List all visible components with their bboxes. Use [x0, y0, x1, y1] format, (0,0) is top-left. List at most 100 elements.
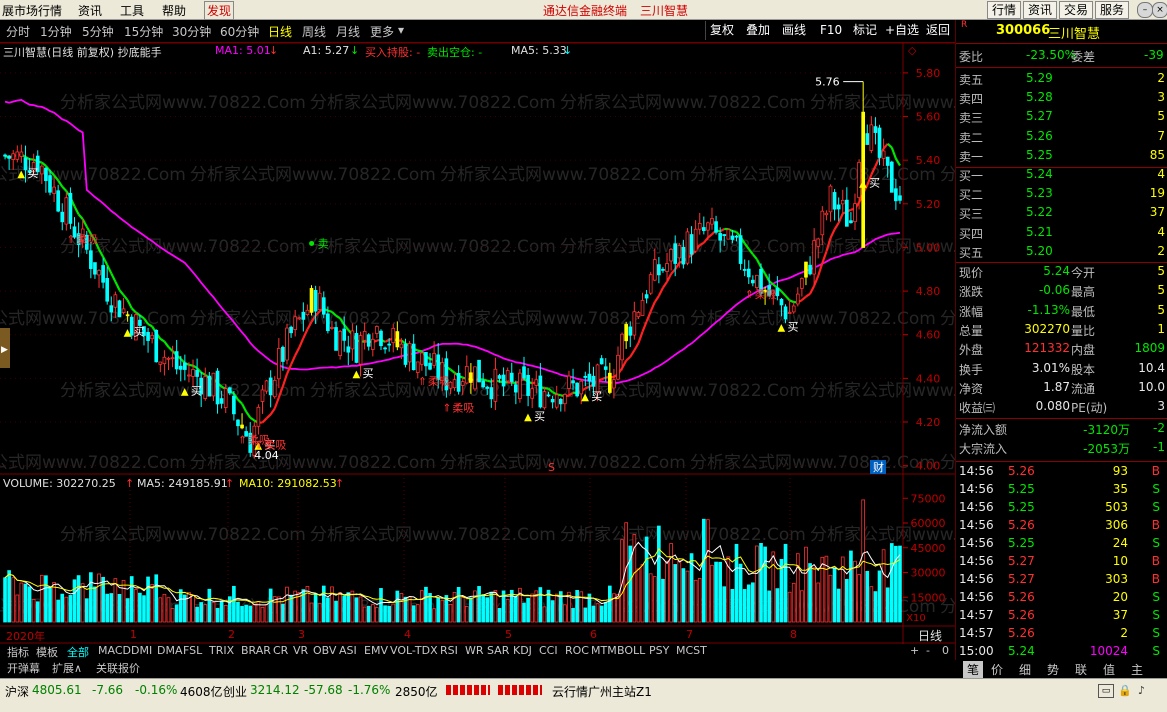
- tab-obv[interactable]: OBV: [313, 644, 336, 657]
- ma5-arrow-icon: ↓: [563, 44, 572, 57]
- volume-bar: [809, 564, 812, 622]
- candle-body: [171, 358, 174, 359]
- tab-ticks[interactable]: 笔: [963, 661, 983, 678]
- bid-price: 5.23: [1026, 186, 1053, 200]
- bid-row: 买一5.244: [956, 166, 1167, 185]
- tab-indicator[interactable]: 指标: [7, 644, 29, 660]
- stat-label: 外盘: [959, 341, 983, 358]
- reset-icon[interactable]: 0: [942, 644, 949, 657]
- minimize-icon[interactable]: –: [1137, 2, 1153, 18]
- tab-price[interactable]: 价: [991, 661, 1003, 678]
- candle-body: [220, 399, 223, 404]
- ask-volume: 5: [1157, 109, 1165, 123]
- info-button[interactable]: 资讯: [1023, 1, 1057, 19]
- zoom-in-icon[interactable]: +: [910, 644, 919, 657]
- tick-time: 14:56: [959, 590, 994, 604]
- volume-bar: [367, 606, 370, 622]
- volume-bar: [355, 598, 358, 622]
- kline-chart[interactable]: 分析家公式网www.70822.Com分析家公式网www.70822.Com分析…: [0, 0, 955, 644]
- tab-macd[interactable]: MACD: [98, 644, 131, 657]
- volume-bar: [490, 592, 493, 622]
- tab-psy[interactable]: PSY: [649, 644, 669, 657]
- candle-body: [98, 270, 101, 275]
- volume-label: 15000: [911, 591, 946, 604]
- candle-body: [12, 154, 15, 160]
- tab-link[interactable]: 联: [1075, 661, 1087, 678]
- bid-row: 买四5.214: [956, 224, 1167, 243]
- tab-fsl[interactable]: FSL: [183, 644, 202, 657]
- volume-bar: [776, 589, 779, 622]
- quote-button[interactable]: 行情: [987, 1, 1021, 19]
- volume-bar: [768, 591, 771, 622]
- monitor-icon[interactable]: ▭: [1098, 684, 1114, 698]
- candle-body: [817, 239, 820, 246]
- volume-bar: [212, 602, 215, 622]
- buy-signal-label: 买: [591, 390, 602, 403]
- trade-button[interactable]: 交易: [1059, 1, 1093, 19]
- tab-mcst[interactable]: MCST: [676, 644, 707, 657]
- tab-brar[interactable]: BRAR: [241, 644, 271, 657]
- zoom-out-icon[interactable]: -: [926, 644, 930, 657]
- tab-sar[interactable]: SAR: [487, 644, 509, 657]
- tab-kdj[interactable]: KDJ: [513, 644, 532, 657]
- buy-arrow-icon: ▲: [181, 386, 189, 397]
- volume-icon[interactable]: ♪: [1138, 684, 1152, 696]
- stat-value: -0.06: [1039, 283, 1070, 297]
- tab-trix[interactable]: TRIX: [209, 644, 234, 657]
- volume-bar: [16, 595, 19, 622]
- candle-body: [813, 241, 816, 274]
- tab-roc[interactable]: ROC: [565, 644, 589, 657]
- flow-row: 净流入额-3120万-2: [956, 420, 1167, 439]
- volume-bar: [784, 544, 787, 622]
- candle-body: [841, 200, 844, 204]
- tab-dma[interactable]: DMA: [157, 644, 183, 657]
- candle-body: [126, 315, 129, 316]
- lock-icon[interactable]: 🔒: [1118, 684, 1132, 696]
- tab-emv[interactable]: EMV: [364, 644, 388, 657]
- candle-body: [290, 327, 293, 333]
- tick-row: 14:565.2535S: [956, 481, 1167, 500]
- price-label: 4.20: [916, 416, 941, 429]
- tab-trend[interactable]: 势: [1047, 661, 1059, 678]
- buy-signal-label: 买: [362, 367, 373, 380]
- price-label: 4.00: [916, 460, 941, 473]
- tab-template[interactable]: 模板: [36, 644, 58, 660]
- stat-value: 0.080: [1036, 399, 1070, 413]
- price-label: 4.60: [916, 329, 941, 342]
- volume-bar: [122, 580, 125, 622]
- volume-bar: [833, 568, 836, 622]
- bid-label: 买三: [959, 205, 983, 222]
- volume-bar: [760, 543, 763, 622]
- ask-price: 5.26: [1026, 129, 1053, 143]
- watermark-text: 分析家公式网www.70822.Com: [310, 93, 556, 113]
- service-button[interactable]: 服务: [1095, 1, 1129, 19]
- tab-vol-tdx[interactable]: VOL-TDX: [390, 644, 438, 657]
- ma-trend-segment: [622, 361, 626, 369]
- close-icon[interactable]: ×: [1152, 2, 1167, 18]
- candle-body: [16, 152, 19, 159]
- tab-value[interactable]: 值: [1103, 661, 1115, 678]
- tab-asi[interactable]: ASI: [339, 644, 357, 657]
- volume-bar: [65, 597, 68, 622]
- tab-boll[interactable]: BOLL: [617, 644, 645, 657]
- stat-value: 1.87: [1043, 380, 1070, 394]
- ask-label: 卖二: [959, 129, 983, 146]
- tab-cr[interactable]: CR: [273, 644, 288, 657]
- candle-body: [735, 236, 738, 237]
- candle-body: [388, 344, 391, 345]
- tab-all[interactable]: 全部: [67, 644, 89, 660]
- expand-toggle[interactable]: 扩展∧: [52, 660, 82, 676]
- related-quote-tab[interactable]: 关联报价: [96, 660, 140, 676]
- tab-detail[interactable]: 细: [1019, 661, 1031, 678]
- danmaku-toggle[interactable]: 开弹幕: [7, 660, 40, 676]
- tab-vr[interactable]: VR: [293, 644, 308, 657]
- tab-rsi[interactable]: RSI: [440, 644, 458, 657]
- tab-dmi[interactable]: DMI: [131, 644, 152, 657]
- tab-wr[interactable]: WR: [465, 644, 484, 657]
- tab-mtm[interactable]: MTM: [591, 644, 617, 657]
- chart-grid: [0, 43, 955, 644]
- tab-cci[interactable]: CCI: [539, 644, 558, 657]
- ask-row: 卖二5.267: [956, 128, 1167, 147]
- ma-trend-segment: [115, 282, 119, 290]
- tab-main[interactable]: 主: [1131, 661, 1143, 678]
